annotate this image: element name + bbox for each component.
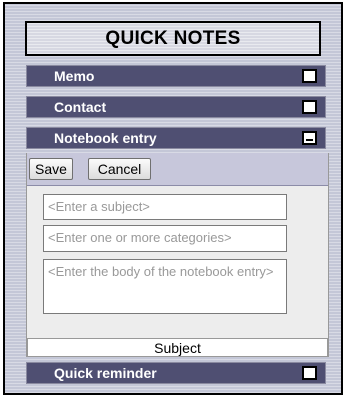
- memo-label: Memo: [54, 68, 95, 84]
- notebook-entry-editor: Save Cancel <Enter a subject> <Enter one…: [26, 153, 329, 357]
- minimize-icon[interactable]: [302, 131, 317, 145]
- contact-section-header[interactable]: Contact: [26, 96, 326, 118]
- maximize-icon[interactable]: [302, 100, 317, 114]
- memo-section-header[interactable]: Memo: [26, 65, 326, 87]
- quick-reminder-label: Quick reminder: [54, 365, 157, 381]
- body-textarea[interactable]: <Enter the body of the notebook entry>: [43, 259, 287, 314]
- quick-reminder-section-header[interactable]: Quick reminder: [26, 362, 326, 384]
- field-status-bar: Subject: [27, 338, 328, 357]
- maximize-icon[interactable]: [302, 366, 317, 380]
- save-button[interactable]: Save: [29, 158, 73, 180]
- cancel-button[interactable]: Cancel: [88, 158, 151, 180]
- panel-title: QUICK NOTES: [25, 21, 321, 56]
- editor-toolbar: Save Cancel: [27, 153, 328, 186]
- notebook-entry-label: Notebook entry: [54, 130, 157, 146]
- categories-input[interactable]: <Enter one or more categories>: [43, 225, 287, 252]
- contact-label: Contact: [54, 99, 107, 115]
- maximize-icon[interactable]: [302, 69, 317, 83]
- notebook-entry-section-header[interactable]: Notebook entry: [26, 127, 326, 149]
- subject-input[interactable]: <Enter a subject>: [43, 194, 287, 220]
